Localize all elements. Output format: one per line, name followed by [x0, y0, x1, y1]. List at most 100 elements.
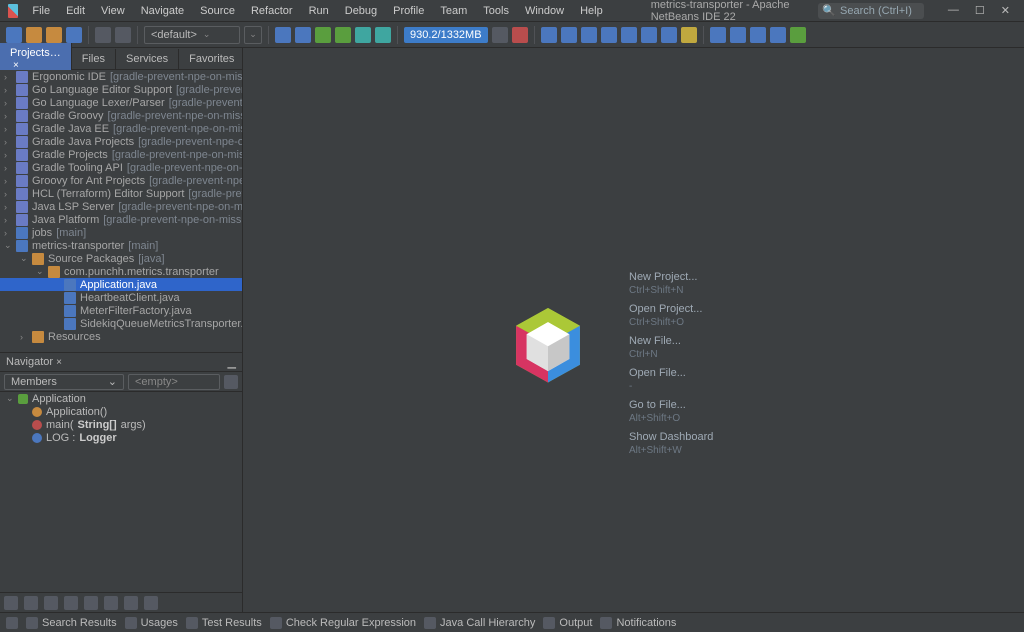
twisty-icon[interactable]: › [4, 215, 12, 225]
twisty-icon[interactable]: › [4, 176, 12, 186]
navigator-tree[interactable]: ⌄ApplicationApplication()main(String[] a… [0, 392, 242, 592]
tree-row[interactable]: ⌄com.punchh.metrics.transporter [0, 265, 242, 278]
twisty-icon[interactable]: › [4, 111, 12, 121]
tree-row[interactable]: MeterFilterFactory.java [0, 304, 242, 317]
tool-icon-10[interactable] [710, 27, 726, 43]
menu-profile[interactable]: Profile [385, 2, 432, 20]
tab-services[interactable]: Services [116, 49, 179, 69]
members-combo[interactable]: Members⌄ [4, 374, 124, 390]
build-icon[interactable] [275, 27, 291, 43]
twisty-icon[interactable]: › [4, 85, 12, 95]
twisty-icon[interactable]: › [4, 137, 12, 147]
search-input[interactable]: 🔍 Search (Ctrl+I) [818, 3, 924, 19]
navigator-row[interactable]: main(String[] args) [0, 418, 242, 431]
menu-help[interactable]: Help [572, 2, 611, 20]
twisty-icon[interactable]: › [4, 150, 12, 160]
bottombar-test-results[interactable]: Test Results [186, 617, 262, 629]
tool-icon-9[interactable] [681, 27, 697, 43]
tree-row[interactable]: ⌄Source Packages [java] [0, 252, 242, 265]
panel-minimize-icon[interactable]: ▁ [228, 356, 236, 369]
navigator-row[interactable]: LOG : Logger [0, 431, 242, 444]
bottombar-java-call-hierarchy[interactable]: Java Call Hierarchy [424, 617, 535, 629]
navigator-row[interactable]: ⌄Application [0, 392, 242, 405]
tree-row[interactable]: ›Resources [0, 330, 242, 343]
tree-row[interactable]: SidekiqQueueMetricsTransporter.java [0, 317, 242, 330]
tree-row[interactable]: ›Gradle Tooling API [gradle-prevent-npe-… [0, 161, 242, 174]
menu-edit[interactable]: Edit [58, 2, 93, 20]
twisty-icon[interactable]: › [4, 72, 12, 82]
nav-btn-4[interactable] [64, 596, 78, 610]
start-action[interactable]: New Project... [629, 270, 713, 285]
bottombar-usages[interactable]: Usages [125, 617, 178, 629]
minimize-button[interactable]: — [948, 4, 959, 17]
nav-btn-6[interactable] [104, 596, 118, 610]
config-combo[interactable]: <default>⌄ [144, 26, 240, 44]
close-icon[interactable]: × [13, 60, 19, 71]
gc-icon[interactable] [492, 27, 508, 43]
debug-icon[interactable] [335, 27, 351, 43]
tool-icon-11[interactable] [730, 27, 746, 43]
history-icon[interactable] [224, 375, 238, 389]
navigator-row[interactable]: Application() [0, 405, 242, 418]
twisty-icon[interactable]: › [4, 228, 12, 238]
tree-row[interactable]: ›Groovy for Ant Projects [gradle-prevent… [0, 174, 242, 187]
tool-icon-3[interactable] [561, 27, 577, 43]
maximize-button[interactable]: ☐ [975, 4, 985, 17]
close-button[interactable]: ✕ [1001, 4, 1010, 17]
menu-view[interactable]: View [93, 2, 133, 20]
nav-btn-2[interactable] [24, 596, 38, 610]
new-project-icon[interactable] [26, 27, 42, 43]
tool-icon-2[interactable] [541, 27, 557, 43]
memory-indicator[interactable]: 930.2/1332MB [404, 27, 488, 43]
tab-files[interactable]: Files [72, 49, 116, 69]
tree-row[interactable]: ›Gradle Java Projects [gradle-prevent-np… [0, 135, 242, 148]
nav-btn-8[interactable] [144, 596, 158, 610]
redo-icon[interactable] [115, 27, 131, 43]
menu-refactor[interactable]: Refactor [243, 2, 301, 20]
tool-icon-7[interactable] [641, 27, 657, 43]
tool-icon-13[interactable] [770, 27, 786, 43]
tool-icon-4[interactable] [581, 27, 597, 43]
twisty-icon[interactable]: › [4, 189, 12, 199]
menu-run[interactable]: Run [301, 2, 337, 20]
bottombar-notifications[interactable]: Notifications [600, 617, 676, 629]
tree-row[interactable]: ›Ergonomic IDE [gradle-prevent-npe-on-mi… [0, 70, 242, 83]
menu-debug[interactable]: Debug [337, 2, 385, 20]
nav-btn-5[interactable] [84, 596, 98, 610]
tool-icon-1[interactable] [512, 27, 528, 43]
tool-icon-14[interactable] [790, 27, 806, 43]
clean-build-icon[interactable] [295, 27, 311, 43]
new-file-icon[interactable] [6, 27, 22, 43]
start-action[interactable]: Open File... [629, 366, 713, 381]
bottombar-search-results[interactable]: Search Results [26, 617, 117, 629]
tool-icon-5[interactable] [601, 27, 617, 43]
attach-icon[interactable] [375, 27, 391, 43]
save-all-icon[interactable] [66, 27, 82, 43]
tree-row[interactable]: ›jobs [main] [0, 226, 242, 239]
run-icon[interactable] [315, 27, 331, 43]
undo-icon[interactable] [95, 27, 111, 43]
tree-row[interactable]: ›Gradle Projects [gradle-prevent-npe-on-… [0, 148, 242, 161]
twisty-icon[interactable]: ⌄ [6, 393, 14, 404]
tool-icon-8[interactable] [661, 27, 677, 43]
close-icon[interactable]: × [56, 357, 62, 368]
tab-favorites[interactable]: Favorites [179, 49, 245, 69]
twisty-icon[interactable]: › [4, 163, 12, 173]
tool-icon-6[interactable] [621, 27, 637, 43]
twisty-icon[interactable]: ⌄ [36, 266, 44, 277]
twisty-icon[interactable]: › [20, 332, 28, 342]
tree-row[interactable]: ›Java LSP Server [gradle-prevent-npe-on-… [0, 200, 242, 213]
nav-btn-7[interactable] [124, 596, 138, 610]
start-action[interactable]: Go to File... [629, 398, 713, 413]
twisty-icon[interactable]: › [4, 124, 12, 134]
open-project-icon[interactable] [46, 27, 62, 43]
menu-window[interactable]: Window [517, 2, 572, 20]
bottombar-output[interactable]: Output [543, 617, 592, 629]
tree-row[interactable]: ›Java Platform [gradle-prevent-npe-on-mi… [0, 213, 242, 226]
tree-row[interactable]: ⌄metrics-transporter [main] [0, 239, 242, 252]
twisty-icon[interactable]: ⌄ [20, 253, 28, 264]
twisty-icon[interactable]: › [4, 202, 12, 212]
tree-row[interactable]: ›Go Language Lexer/Parser [gradle-preven… [0, 96, 242, 109]
projects-tree[interactable]: ›Ergonomic IDE [gradle-prevent-npe-on-mi… [0, 70, 242, 352]
bottombar-check-regular-expression[interactable]: Check Regular Expression [270, 617, 416, 629]
